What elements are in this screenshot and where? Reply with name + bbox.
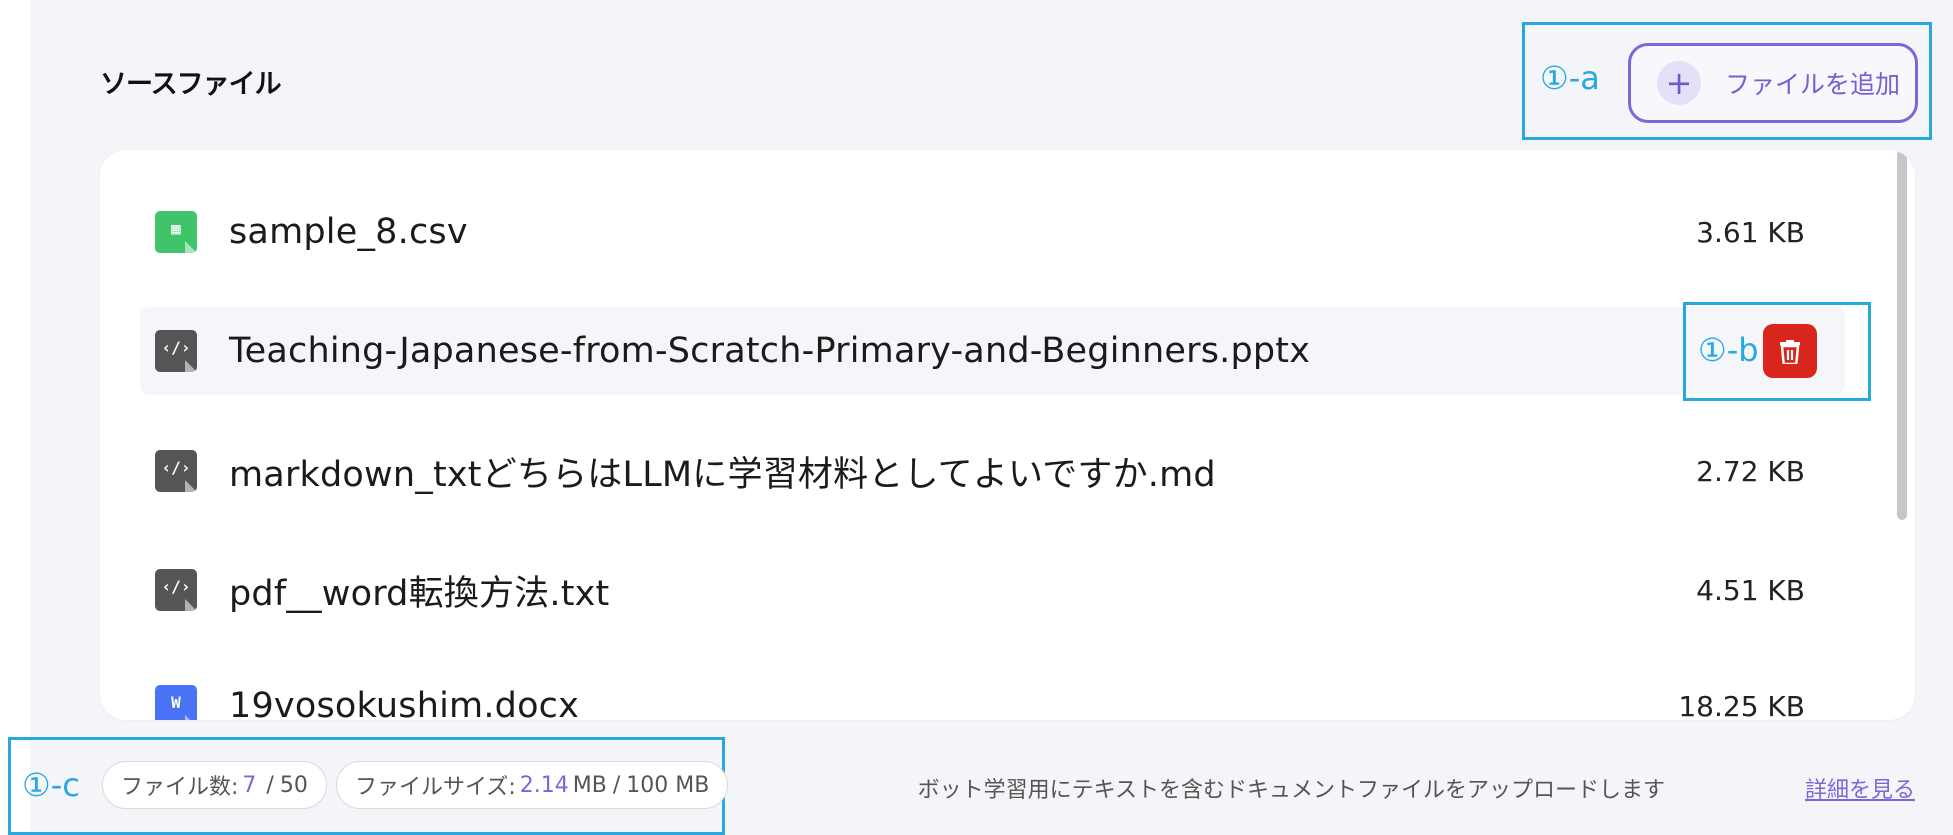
section-title: ソースファイル	[100, 69, 282, 100]
file-row-txt[interactable]: ‹/› pdf__word転換方法.txt 4.51 KB	[140, 546, 1845, 634]
file-row-md[interactable]: ‹/› markdown_txtどちらはLLMに学習材料としてよいですか.md …	[140, 427, 1845, 515]
file-list[interactable]: ▦ sample_8.csv 3.61 KB ‹/› Teaching-Japa…	[100, 150, 1915, 720]
file-row-docx[interactable]: W 19vosokushim.docx 18.25 KB	[140, 662, 1845, 720]
scrollbar[interactable]	[1897, 150, 1907, 520]
code-file-icon: ‹/›	[155, 450, 197, 492]
add-file-label: ファイルを追加	[1725, 70, 1901, 99]
code-file-icon: ‹/›	[155, 330, 197, 372]
file-size-badge: ファイルサイズ: 2.14 MB / 100 MB	[336, 761, 729, 809]
file-size: 4.51 KB	[1696, 573, 1805, 607]
annotation-label-c: ①-c	[22, 766, 80, 804]
annotation-label-b: ①-b	[1698, 331, 1759, 369]
file-size: 18.25 KB	[1678, 689, 1805, 721]
upload-hint-text: ボット学習用にテキストを含むドキュメントファイルをアップロードします	[917, 778, 1665, 803]
file-row-csv[interactable]: ▦ sample_8.csv 3.61 KB	[140, 188, 1845, 276]
plus-icon: +	[1657, 61, 1701, 105]
file-name: pdf__word転換方法.txt	[229, 573, 610, 614]
csv-file-icon: ▦	[155, 211, 197, 253]
code-file-icon: ‹/›	[155, 569, 197, 611]
file-size: 2.72 KB	[1696, 454, 1805, 488]
add-file-button[interactable]: + ファイルを追加	[1628, 43, 1918, 123]
file-name: sample_8.csv	[229, 212, 468, 252]
learn-more-link[interactable]: 詳細を見る	[1805, 772, 1915, 804]
annotation-label-a: ①-a	[1540, 59, 1600, 97]
file-row-pptx[interactable]: ‹/› Teaching-Japanese-from-Scratch-Prima…	[140, 307, 1845, 395]
file-name: 19vosokushim.docx	[229, 686, 580, 720]
word-file-icon: W	[155, 685, 197, 720]
file-name: Teaching-Japanese-from-Scratch-Primary-a…	[229, 331, 1311, 371]
file-name: markdown_txtどちらはLLMに学習材料としてよいですか.md	[229, 454, 1216, 495]
file-size: 3.61 KB	[1696, 215, 1805, 249]
file-count-badge: ファイル数: 7 / 50	[102, 761, 327, 809]
